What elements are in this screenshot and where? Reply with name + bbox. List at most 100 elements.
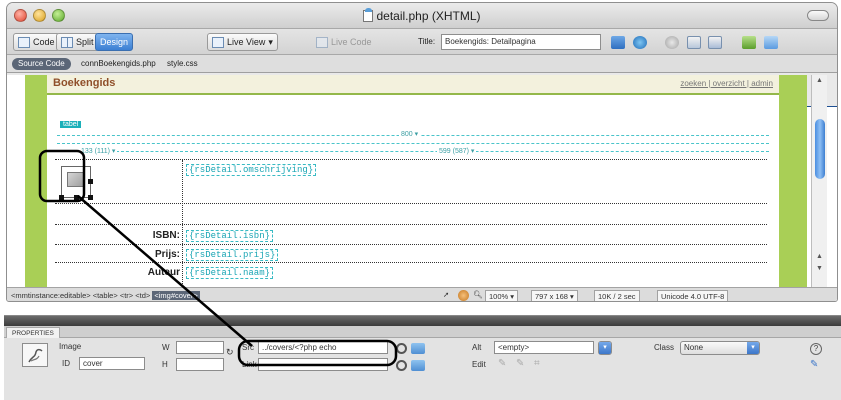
cover-image-placeholder[interactable]	[59, 166, 93, 200]
binding-description[interactable]: {rsDetail.omschrijving}	[186, 164, 317, 176]
browse-folder-icon[interactable]	[411, 360, 425, 371]
check-browser-compatibility-icon[interactable]	[764, 36, 778, 49]
live-code-button[interactable]: Live Code	[312, 33, 376, 51]
optimize-icon[interactable]: ✎	[516, 358, 524, 369]
table-row[interactable]: Prijs: {rsDetail.prijs}	[55, 245, 767, 263]
view-options-icon[interactable]	[687, 36, 701, 49]
table-row[interactable]: ISBN: {rsDetail.isbn}	[55, 225, 767, 245]
live-view-icon	[212, 36, 224, 48]
refresh-design-view-icon[interactable]	[665, 36, 679, 49]
class-select[interactable]: None ▾	[680, 341, 760, 355]
toolbar-toggle-button[interactable]	[807, 10, 829, 21]
zoom-tool-icon[interactable]: 🔍︎	[473, 290, 484, 301]
detail-table[interactable]: {rsDetail.omschrijving} ISBN: {rsDetail.…	[55, 159, 767, 287]
point-to-file-icon[interactable]	[396, 360, 407, 371]
panel-grip-bar[interactable]	[4, 316, 841, 326]
table-row[interactable]: Auteur {rsDetail.naam}	[55, 263, 767, 287]
link-input[interactable]	[258, 358, 388, 371]
resize-handle[interactable]	[59, 195, 64, 200]
crop-icon[interactable]: ⌗	[534, 358, 540, 369]
column-1-width-guide	[57, 151, 183, 152]
table-outline-guide	[57, 143, 769, 144]
live-view-button[interactable]: Live View ▾	[207, 33, 278, 51]
edit-image-icon[interactable]: ✎	[498, 358, 506, 369]
help-icon[interactable]: ?	[810, 343, 822, 355]
reset-size-icon[interactable]: ↻	[226, 347, 234, 358]
binding-price[interactable]: {rsDetail.prijs}	[186, 249, 279, 261]
price-label: Prijs:	[154, 249, 180, 260]
code-view-button[interactable]: Code	[13, 33, 60, 51]
scroll-up-icon[interactable]: ▲	[816, 77, 823, 84]
image-id-input[interactable]: cover	[79, 357, 145, 370]
point-to-file-icon[interactable]	[396, 343, 407, 354]
file-management-icon[interactable]	[611, 36, 625, 49]
resize-handle[interactable]	[88, 195, 93, 200]
scroll-up-icon[interactable]: ▲	[816, 253, 823, 260]
live-code-icon	[316, 36, 328, 48]
column-divider	[182, 160, 183, 287]
image-src-input[interactable]: ../covers/<?php echo	[258, 341, 388, 354]
status-tools: ➚ 🔍︎	[443, 290, 484, 301]
resize-handle[interactable]	[74, 195, 79, 200]
design-view-button[interactable]: Design	[95, 33, 837, 301]
scrollbar-thumb[interactable]	[815, 119, 825, 179]
alt-label: Alt	[472, 343, 482, 352]
image-properties: Image ID cover W H ↻ Src ../covers/<?php…	[4, 338, 841, 400]
template-border-left	[25, 75, 47, 287]
page-title-input[interactable]: Boekengids: Detailpagina	[441, 34, 601, 50]
title-bar[interactable]: detail.php (XHTML)	[7, 3, 837, 29]
tab-properties[interactable]: PROPERTIES	[6, 327, 60, 338]
image-tree-icon	[28, 348, 43, 363]
height-label: H	[162, 360, 168, 369]
alt-dropdown[interactable]: ▾	[598, 341, 612, 355]
vertical-scrollbar[interactable]: ▲ ▲ ▼	[811, 75, 827, 287]
design-view[interactable]: Boekengids zoeken | overzicht | admin ta…	[7, 75, 807, 287]
preview-in-browser-icon[interactable]	[633, 36, 647, 49]
tag-selector[interactable]: <mmtinstance:editable> <table> <tr> <td>…	[11, 291, 200, 300]
selected-tag[interactable]: <img#cover>	[152, 291, 200, 300]
template-border-right	[779, 75, 807, 287]
editable-region-tag[interactable]: tabel	[60, 121, 82, 128]
window-size-select[interactable]: 797 x 168 ▾	[531, 290, 578, 301]
title-label: Title:	[418, 37, 436, 46]
split-view-icon	[61, 36, 73, 48]
related-file-link[interactable]: connBoekengids.php	[81, 59, 156, 68]
encoding-indicator: Unicode 4.0 UTF-8	[657, 290, 729, 301]
source-code-tab[interactable]: Source Code	[12, 58, 71, 70]
chevron-down-icon: ▾	[268, 36, 273, 47]
window-title: detail.php (XHTML)	[7, 8, 837, 23]
visual-aids-icon[interactable]	[708, 36, 722, 49]
document-toolbar: Code Split Design Live View ▾ Live Code …	[7, 29, 837, 301]
column-2-width-guide	[185, 151, 769, 152]
alt-text-input[interactable]: <empty>	[494, 341, 594, 354]
image-placeholder-icon	[67, 172, 84, 187]
quick-tag-editor-icon[interactable]: ✎	[810, 359, 818, 370]
split-view-button[interactable]: Split	[56, 33, 99, 51]
properties-panel: PROPERTIES Image ID cover W H ↻ Src ../c…	[4, 315, 841, 400]
class-label: Class	[654, 343, 675, 352]
column-1-width-label[interactable]: 133 (111) ▾	[79, 147, 118, 155]
column-2-width-label[interactable]: 599 (587) ▾	[437, 147, 477, 155]
related-file-link[interactable]: style.css	[167, 59, 198, 68]
width-input[interactable]	[176, 341, 224, 354]
panel-tab-strip: PROPERTIES	[4, 326, 841, 338]
element-type-label: Image	[59, 342, 82, 351]
image-type-icon	[22, 343, 48, 367]
resize-handle[interactable]	[88, 179, 93, 184]
binding-isbn[interactable]: {rsDetail.isbn}	[186, 230, 274, 242]
select-tool-icon[interactable]: ➚	[443, 290, 454, 301]
header-nav-links[interactable]: zoeken | overzicht | admin	[680, 79, 773, 88]
zoom-select[interactable]: 100% ▾	[485, 290, 519, 301]
chevron-down-icon: ▾	[599, 342, 611, 354]
table-row[interactable]: {rsDetail.omschrijving}	[55, 160, 767, 204]
hand-tool-icon[interactable]	[458, 290, 469, 301]
table-row[interactable]	[55, 204, 767, 225]
binding-author[interactable]: {rsDetail.naam}	[186, 267, 274, 279]
scroll-down-icon[interactable]: ▼	[816, 265, 823, 272]
height-input[interactable]	[176, 358, 224, 371]
table-width-label[interactable]: 800 ▾	[399, 130, 421, 138]
validate-markup-icon[interactable]	[742, 36, 756, 49]
site-logo-text: Boekengids	[53, 77, 116, 89]
browse-folder-icon[interactable]	[411, 343, 425, 354]
isbn-label: ISBN:	[152, 230, 180, 241]
